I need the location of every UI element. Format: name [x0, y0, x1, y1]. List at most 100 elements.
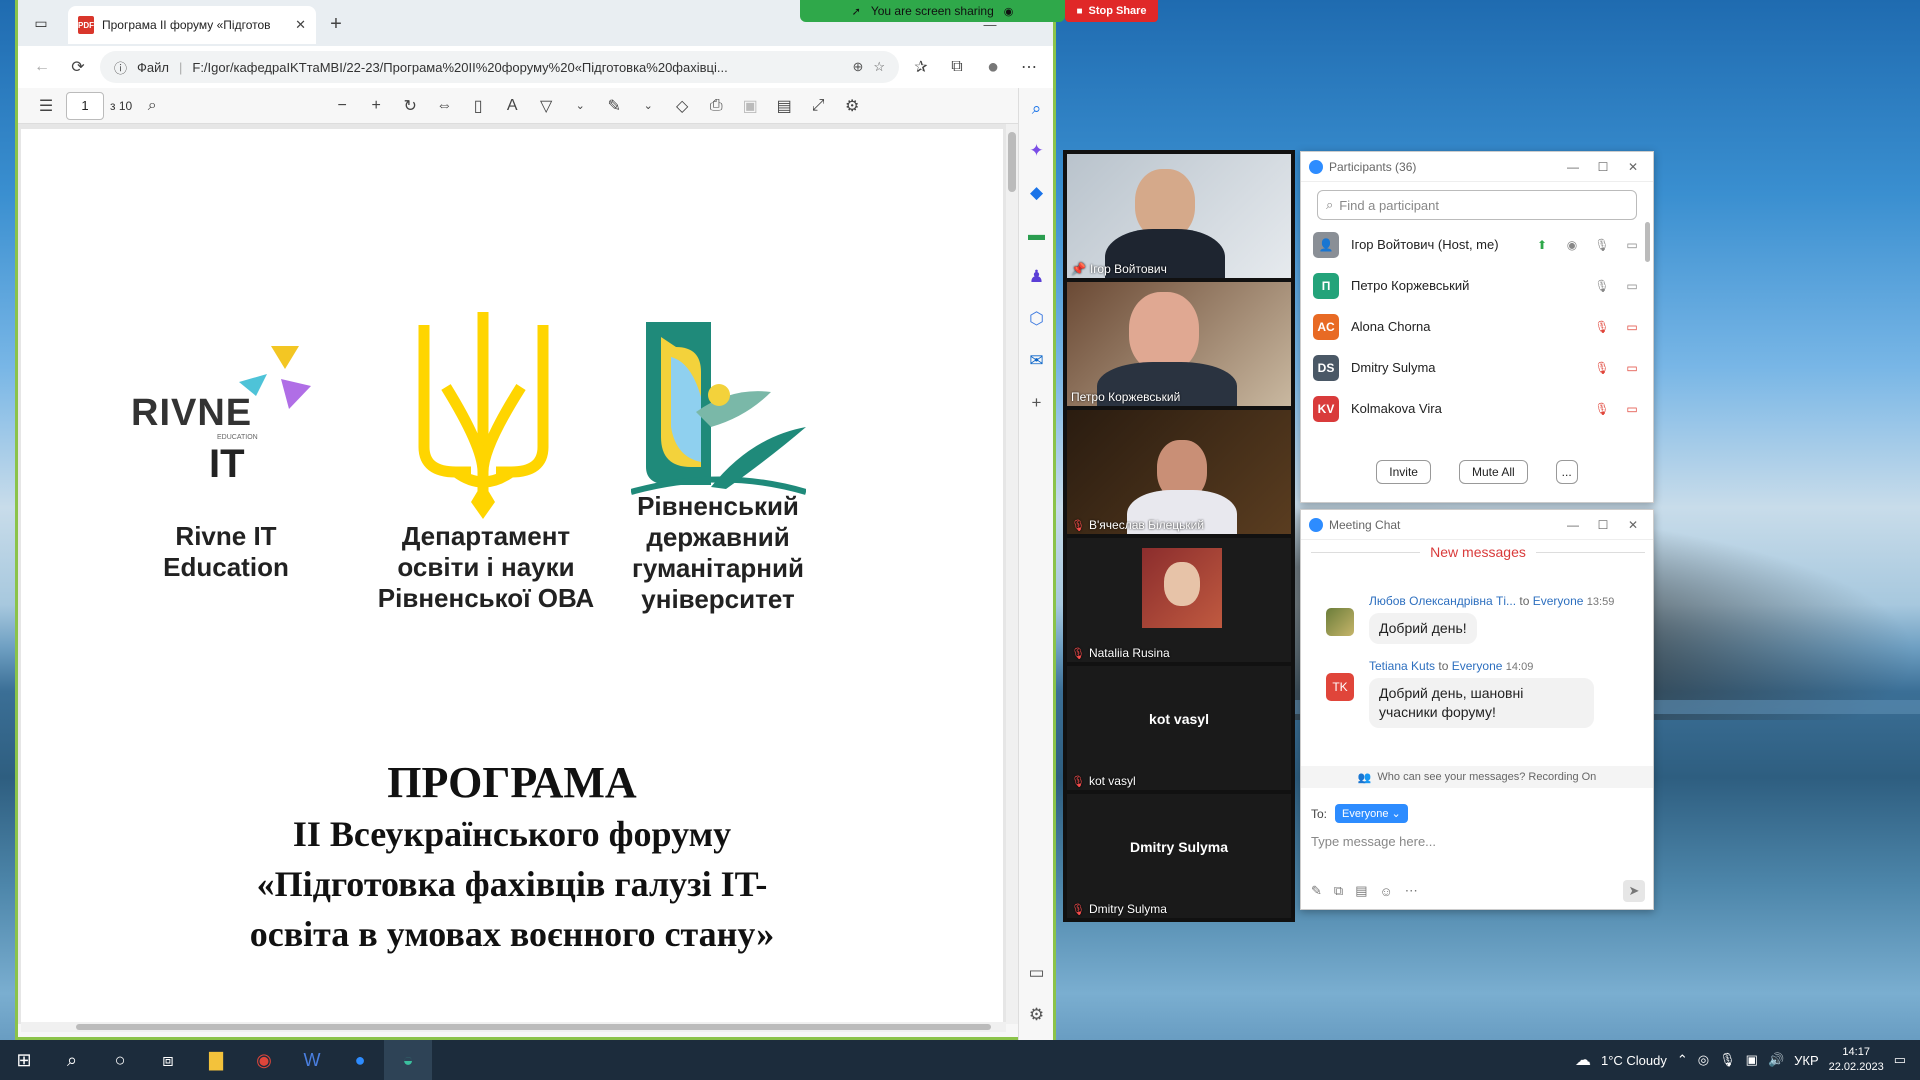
chrome-icon[interactable]: ◉: [240, 1040, 288, 1080]
message-sender[interactable]: Любов Олександрівна Ті...: [1369, 594, 1516, 608]
profile-icon[interactable]: ●: [979, 53, 1007, 81]
settings-icon[interactable]: ⚙: [838, 92, 866, 120]
page-view-icon[interactable]: ▯: [464, 92, 492, 120]
network-icon[interactable]: ▣: [1746, 1052, 1758, 1068]
refresh-icon[interactable]: ⟳: [64, 53, 92, 81]
video-tile[interactable]: Петро Коржевський: [1067, 282, 1291, 406]
draw-dropdown-icon[interactable]: ⌄: [566, 92, 594, 120]
clock[interactable]: 14:17 22.02.2023: [1829, 1045, 1884, 1075]
zoom-out-icon[interactable]: −: [328, 92, 356, 120]
save-as-icon[interactable]: ▤: [770, 92, 798, 120]
new-tab-icon[interactable]: +: [324, 12, 348, 36]
video-tile[interactable]: kot vasyl 🎙 kot vasyl: [1067, 666, 1291, 790]
file-explorer-icon[interactable]: ▇: [192, 1040, 240, 1080]
maximize-icon[interactable]: ☐: [1591, 518, 1615, 532]
start-icon[interactable]: ⊞: [0, 1040, 48, 1080]
highlight-dropdown-icon[interactable]: ⌄: [634, 92, 662, 120]
language-indicator[interactable]: УКР: [1794, 1053, 1819, 1068]
chat-input[interactable]: Type message here...: [1311, 834, 1641, 849]
list-item[interactable]: AC Alona Chorna 🎙 ▭: [1301, 306, 1653, 347]
edge-icon[interactable]: ◒: [384, 1040, 432, 1080]
video-tile[interactable]: 📌 Ігор Войтович: [1067, 154, 1291, 278]
vertical-scrollbar-thumb[interactable]: [1008, 132, 1016, 192]
chevron-up-icon[interactable]: ⌃: [1677, 1052, 1688, 1068]
recipient-select[interactable]: Everyone ⌄: [1335, 804, 1408, 823]
video-tile[interactable]: 🎙 В'ячеслав Білецький: [1067, 410, 1291, 534]
message-visibility-notice[interactable]: 👥 Who can see your messages? Recording O…: [1301, 766, 1653, 788]
camera-off-icon[interactable]: ▭: [1623, 402, 1641, 416]
camera-off-icon[interactable]: ▭: [1623, 361, 1641, 375]
video-tile[interactable]: Dmitry Sulyma 🎙 Dmitry Sulyma: [1067, 794, 1291, 918]
cortana-icon[interactable]: ○: [96, 1040, 144, 1080]
zoom-in-icon[interactable]: +: [362, 92, 390, 120]
participant-search-input[interactable]: Find a participant: [1339, 198, 1439, 213]
zoom-app-icon[interactable]: ●: [336, 1040, 384, 1080]
format-icon[interactable]: ✎: [1311, 883, 1322, 899]
more-button[interactable]: ...: [1555, 460, 1578, 484]
list-item[interactable]: DS Dmitry Sulyma 🎙 ▭: [1301, 347, 1653, 388]
fit-page-icon[interactable]: ⇔: [430, 92, 458, 120]
volume-icon[interactable]: 🔊: [1768, 1052, 1784, 1068]
participants-scrollbar[interactable]: [1645, 222, 1650, 262]
maximize-icon[interactable]: ☐: [1591, 160, 1615, 174]
list-item[interactable]: 👤 Ігор Войтович (Host, me) ⬆ ◉ 🎙 ▭: [1301, 224, 1653, 265]
back-icon[interactable]: ←: [28, 53, 56, 81]
games-icon[interactable]: ♟: [1019, 256, 1054, 298]
favorite-add-icon[interactable]: ☆: [873, 59, 885, 75]
send-icon[interactable]: ➤: [1623, 880, 1645, 902]
mic-icon[interactable]: 🎙: [1593, 279, 1611, 293]
message-sender[interactable]: Tetiana Kuts: [1369, 659, 1435, 673]
address-bar[interactable]: ⓘ Файл | F:/Igor/кафедраIKТтаMBI/22-23/П…: [100, 51, 899, 83]
notifications-icon[interactable]: ▭: [1894, 1052, 1906, 1068]
participant-search[interactable]: ⌕ Find a participant: [1317, 190, 1637, 220]
search-icon[interactable]: ⌕: [138, 92, 166, 120]
favorites-icon[interactable]: ✰: [907, 53, 935, 81]
save-icon[interactable]: ▣: [736, 92, 764, 120]
print-icon[interactable]: ⎙: [702, 92, 730, 120]
page-number-input[interactable]: 1: [66, 91, 104, 120]
pdf-viewport[interactable]: RIVNE EDUCATION IT Rivne IT Education Де…: [18, 124, 1018, 1024]
camera-icon[interactable]: ▭: [1623, 238, 1641, 252]
stop-share-button[interactable]: ■ Stop Share: [1065, 0, 1158, 22]
mic-muted-icon[interactable]: 🎙: [1593, 320, 1611, 334]
sidebar-settings-icon[interactable]: ⚙: [1019, 994, 1054, 1036]
read-aloud-icon[interactable]: A: [498, 92, 526, 120]
emoji-icon[interactable]: ☺: [1380, 884, 1393, 899]
office-icon[interactable]: ⬡: [1019, 298, 1054, 340]
fullscreen-icon[interactable]: ⤢: [804, 92, 832, 120]
erase-icon[interactable]: ◇: [668, 92, 696, 120]
weather-text[interactable]: 1°C Cloudy: [1601, 1053, 1667, 1068]
copilot-icon[interactable]: ✦: [1019, 130, 1054, 172]
tools-icon[interactable]: ▬: [1019, 214, 1054, 256]
camera-off-icon[interactable]: ▭: [1623, 320, 1641, 334]
search-icon[interactable]: ⌕: [48, 1040, 96, 1080]
horizontal-scrollbar-thumb[interactable]: [76, 1024, 991, 1030]
tab-active[interactable]: PDF Програма II форуму «Підготов ✕: [68, 6, 316, 44]
task-view-icon[interactable]: ⧈: [144, 1040, 192, 1080]
minimize-icon[interactable]: —: [1561, 160, 1585, 174]
sidebar-add-icon[interactable]: +: [1019, 382, 1054, 424]
invite-button[interactable]: Invite: [1376, 460, 1431, 484]
contents-icon[interactable]: ☰: [32, 92, 60, 120]
sidebar-search-icon[interactable]: ⌕: [1019, 88, 1054, 130]
collections-icon[interactable]: ⧉: [943, 53, 971, 81]
list-item[interactable]: KV Kolmakova Vira 🎙 ▭: [1301, 388, 1653, 429]
mic-muted-icon[interactable]: 🎙: [1593, 361, 1611, 375]
tab-actions-icon[interactable]: ▭: [30, 12, 52, 34]
camera-icon[interactable]: ▭: [1623, 279, 1641, 293]
word-icon[interactable]: W: [288, 1040, 336, 1080]
sidebar-layout-icon[interactable]: ▭: [1019, 952, 1054, 994]
close-icon[interactable]: ✕: [1621, 160, 1645, 174]
vertical-scrollbar[interactable]: [1006, 124, 1018, 1024]
close-tab-icon[interactable]: ✕: [295, 17, 306, 33]
mic-icon[interactable]: 🎙: [1593, 238, 1611, 252]
shopping-tag-icon[interactable]: ◆: [1019, 172, 1054, 214]
list-item[interactable]: П Петро Коржевський 🎙 ▭: [1301, 265, 1653, 306]
more-icon[interactable]: ⋯: [1405, 883, 1418, 899]
close-icon[interactable]: ✕: [1621, 518, 1645, 532]
mute-all-button[interactable]: Mute All: [1458, 460, 1528, 484]
screenshot-icon[interactable]: ⧉: [1334, 883, 1343, 899]
more-menu-icon[interactable]: ⋯: [1015, 53, 1043, 81]
horizontal-scrollbar[interactable]: [21, 1022, 1006, 1032]
minimize-icon[interactable]: —: [1561, 518, 1585, 532]
